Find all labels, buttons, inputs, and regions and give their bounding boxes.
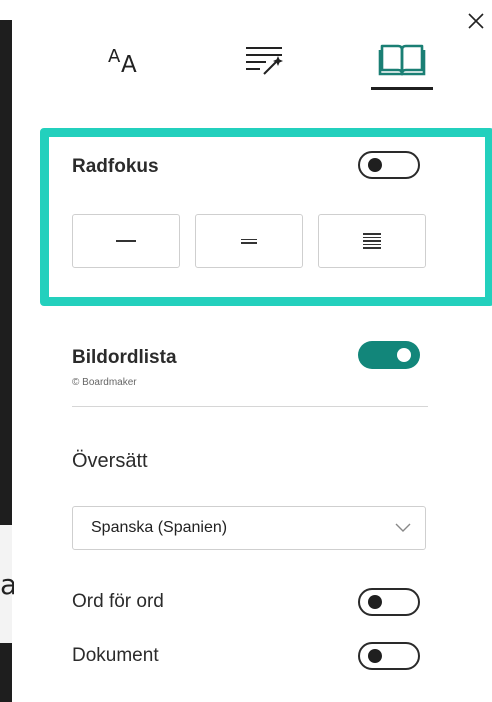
one-line-icon [116, 240, 136, 242]
document-label: Dokument [72, 645, 159, 666]
close-button[interactable] [461, 6, 491, 36]
translate-label: Översätt [72, 450, 148, 472]
toggle-knob [397, 348, 411, 362]
svg-text:A: A [121, 52, 137, 76]
chevron-down-icon [395, 523, 411, 532]
text-size-icon: A A [108, 46, 137, 76]
three-lines-icon [241, 238, 257, 245]
toggle-knob [368, 158, 382, 172]
picture-dictionary-label: Bildordlista [72, 347, 177, 368]
line-focus-label: Radfokus [72, 156, 159, 177]
reading-preferences-panel: A A Radfokus Bildordlista © Boardmaker Ö… [14, 0, 492, 702]
background-dark-region-bottom [0, 643, 12, 702]
toggle-knob [368, 649, 382, 663]
picture-dictionary-credit: © Boardmaker [72, 377, 137, 388]
toggle-knob [368, 595, 382, 609]
word-by-word-label: Ord för ord [72, 591, 164, 612]
line-focus-one-line-button[interactable] [72, 214, 180, 268]
book-icon [378, 44, 426, 76]
grammar-wand-icon [246, 47, 283, 75]
document-toggle[interactable] [358, 642, 420, 670]
close-icon [468, 13, 484, 29]
picture-dictionary-toggle[interactable] [358, 341, 420, 369]
selected-tab-indicator [371, 87, 433, 90]
svg-text:A: A [108, 46, 121, 67]
section-divider [72, 406, 428, 407]
selected-language: Spanska (Spanien) [91, 519, 228, 536]
tab-text-preferences[interactable]: A A [98, 34, 158, 84]
translation-language-select[interactable]: Spanska (Spanien) [72, 506, 426, 550]
five-lines-icon [363, 232, 381, 250]
tab-grammar-options[interactable] [234, 34, 294, 84]
line-focus-toggle[interactable] [358, 151, 420, 179]
line-focus-five-lines-button[interactable] [318, 214, 426, 268]
background-dark-region [0, 20, 12, 525]
tab-reading-preferences[interactable] [372, 34, 432, 84]
line-focus-three-lines-button[interactable] [195, 214, 303, 268]
word-by-word-toggle[interactable] [358, 588, 420, 616]
